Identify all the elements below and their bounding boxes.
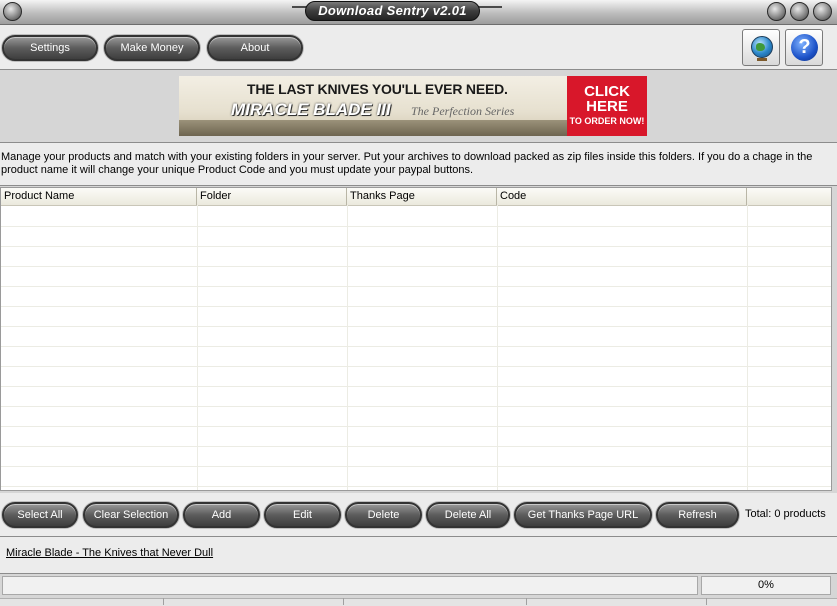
refresh-button[interactable]: Refresh: [656, 502, 739, 528]
minimize-icon[interactable]: [767, 2, 786, 21]
globe-icon: [751, 36, 773, 58]
banner-cta-main: CLICK HERE: [584, 83, 630, 115]
instructions-text: Manage your products and match with your…: [0, 143, 837, 186]
help-button[interactable]: ?: [785, 29, 823, 66]
grid-line-horizontal: [1, 286, 831, 287]
top-toolbar: Settings Make Money About ?: [0, 25, 837, 70]
clear-selection-button[interactable]: Clear Selection: [83, 502, 179, 528]
column-header-thanks-page[interactable]: Thanks Page: [347, 188, 497, 205]
banner-area: THE LAST KNIVES YOU'LL EVER NEED. MIRACL…: [0, 70, 837, 143]
knife-blade-image: [179, 120, 579, 136]
add-button[interactable]: Add: [183, 502, 260, 528]
system-menu-icon[interactable]: [3, 2, 22, 21]
globe-stand: [757, 58, 767, 61]
delete-button[interactable]: Delete: [345, 502, 422, 528]
grid-line-horizontal: [1, 426, 831, 427]
grid-line-horizontal: [1, 226, 831, 227]
strip-divider: [343, 598, 344, 605]
maximize-icon[interactable]: [790, 2, 809, 21]
make-money-button[interactable]: Make Money: [104, 35, 200, 61]
select-all-button[interactable]: Select All: [2, 502, 78, 528]
about-button[interactable]: About: [207, 35, 303, 61]
grid-line-horizontal: [1, 406, 831, 407]
grid-line-vertical: [497, 205, 498, 490]
help-icon: ?: [791, 34, 818, 61]
grid-line-horizontal: [1, 326, 831, 327]
window-title: Download Sentry v2.01: [305, 1, 480, 21]
grid-line-horizontal: [1, 486, 831, 487]
close-icon[interactable]: [813, 2, 832, 21]
total-products-label: Total: 0 products: [745, 508, 826, 520]
edit-button[interactable]: Edit: [264, 502, 341, 528]
column-header-extra[interactable]: [747, 188, 831, 205]
grid-line-horizontal: [1, 366, 831, 367]
advertisement-banner[interactable]: THE LAST KNIVES YOU'LL EVER NEED. MIRACL…: [179, 76, 647, 136]
banner-cta-sub: TO ORDER NOW!: [569, 116, 645, 126]
grid-line-horizontal: [1, 466, 831, 467]
grid-line-vertical: [197, 205, 198, 490]
column-header-code[interactable]: Code: [497, 188, 747, 205]
miracle-blade-link[interactable]: Miracle Blade - The Knives that Never Du…: [6, 547, 213, 559]
footer-link-area: Miracle Blade - The Knives that Never Du…: [0, 537, 837, 574]
status-bar: 0%: [0, 574, 837, 606]
column-header-folder[interactable]: Folder: [197, 188, 347, 205]
banner-headline: THE LAST KNIVES YOU'LL EVER NEED.: [247, 81, 508, 97]
column-header-product-name[interactable]: Product Name: [1, 188, 197, 205]
title-bar: Download Sentry v2.01: [0, 0, 837, 25]
delete-all-button[interactable]: Delete All: [426, 502, 510, 528]
grid-line-horizontal: [1, 346, 831, 347]
grid-line-horizontal: [1, 266, 831, 267]
grid-line-horizontal: [1, 246, 831, 247]
grid-line-horizontal: [1, 446, 831, 447]
strip-divider: [706, 598, 707, 605]
progress-percent: 0%: [701, 576, 831, 595]
grid-line-vertical: [747, 205, 748, 490]
action-bar: Select All Clear Selection Add Edit Dele…: [0, 493, 837, 537]
title-ornament-right: [476, 6, 502, 8]
table-header: Product Name Folder Thanks Page Code: [1, 188, 831, 206]
grid-line-horizontal: [1, 386, 831, 387]
status-message: [2, 576, 698, 595]
banner-subtitle: The Perfection Series: [411, 104, 515, 118]
banner-cta[interactable]: CLICK HERE TO ORDER NOW!: [567, 76, 647, 136]
products-table[interactable]: Product Name Folder Thanks Page Code: [0, 187, 832, 491]
strip-divider: [526, 598, 527, 605]
website-button[interactable]: [742, 29, 780, 66]
banner-brand: MIRACLE BLADE III: [231, 100, 391, 119]
settings-button[interactable]: Settings: [2, 35, 98, 61]
grid-line-horizontal: [1, 306, 831, 307]
get-thanks-page-url-button[interactable]: Get Thanks Page URL: [514, 502, 652, 528]
grid-line-vertical: [347, 205, 348, 490]
strip-divider: [163, 598, 164, 605]
